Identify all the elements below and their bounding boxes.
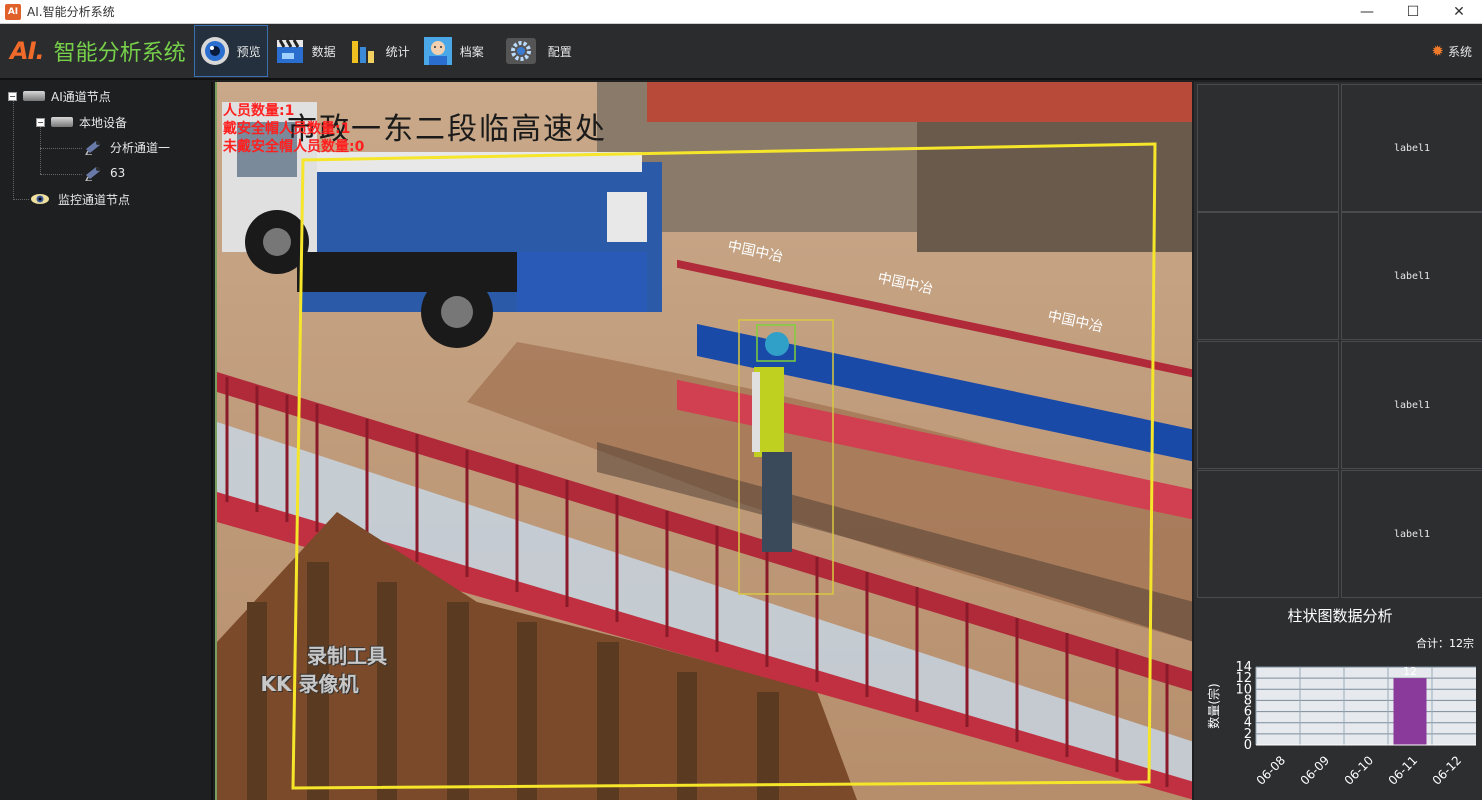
window-titlebar: AI AI.智能分析系统 — ☐ ✕ xyxy=(0,0,1482,24)
tree-item-label: 分析通道一 xyxy=(110,140,171,155)
bar-stats-icon xyxy=(351,41,374,63)
x-tick-label: 06-08 xyxy=(1254,753,1289,788)
gear-config-icon xyxy=(505,38,536,64)
logo-text: 智能分析系统 xyxy=(53,41,186,66)
collapse-toggle[interactable]: − xyxy=(8,91,17,101)
gear-icon: ✹ xyxy=(1431,42,1444,60)
plot-area xyxy=(1256,667,1476,745)
recorder-watermark: 录制工具 KK 录像机 xyxy=(261,642,387,698)
x-tick-label: 06-10 xyxy=(1342,753,1377,788)
minimize-button[interactable]: — xyxy=(1344,0,1390,24)
helmet-count-line: 戴安全帽人员数量:1 xyxy=(223,121,351,137)
collapse-toggle[interactable]: − xyxy=(36,117,45,127)
detection-stats-overlay: 人员数量:1 戴安全帽人员数量:1 未戴安全帽人员数量:0 xyxy=(223,102,364,156)
archive-label: 档案 xyxy=(459,44,484,59)
watermark-line: KK 录像机 xyxy=(260,672,359,696)
video-preview[interactable]: 中国中冶 中国中冶 中国中冶 市政一东二段临高速处 人员数量:1 戴安全帽人员数… xyxy=(215,82,1192,800)
info-cell-label: label1 xyxy=(1341,470,1482,598)
right-info-panel: label1 label1 label1 label1 柱状图数据分析 合计：1… xyxy=(1194,82,1482,800)
tree-item-label: 63 xyxy=(110,166,126,180)
logo-mark: AI. xyxy=(10,37,45,65)
stats-button[interactable]: 统计 xyxy=(344,25,416,77)
info-cell-label: label1 xyxy=(1341,212,1482,340)
info-cell xyxy=(1197,341,1339,469)
bar xyxy=(1393,678,1427,745)
bar-chart: 02468101214数量(宗)06-08 06-09 06-101206-11 06… xyxy=(1206,660,1476,788)
data-button[interactable]: 数据 xyxy=(270,25,342,77)
info-cell-label: label1 xyxy=(1341,341,1482,469)
config-label: 配置 xyxy=(547,44,572,59)
tree-item-label: 监控通道节点 xyxy=(58,192,131,207)
profile-face-icon xyxy=(423,37,452,65)
camera-icon xyxy=(85,167,100,181)
app-logo: AI. 智能分析系统 xyxy=(10,35,186,67)
person-count-line: 人员数量:1 xyxy=(223,103,295,119)
preview-label: 预览 xyxy=(236,44,261,59)
y-axis-label: 数量(宗) xyxy=(1206,683,1221,728)
chart-title: 柱状图数据分析 xyxy=(1287,607,1393,625)
system-label: 系统 xyxy=(1447,44,1472,59)
tree-guide xyxy=(13,100,14,200)
no-helmet-count-line: 未戴安全帽人员数量:0 xyxy=(223,139,365,155)
y-tick-label: 14 xyxy=(1235,660,1252,675)
tree-item-channel-2[interactable]: 63 xyxy=(84,163,125,183)
eye-icon xyxy=(31,194,49,204)
device-node-icon xyxy=(23,91,45,101)
tree-item-monitor-root[interactable]: 监控通道节点 xyxy=(30,189,130,209)
tree-guide xyxy=(40,148,82,149)
system-button[interactable]: ✹ 系统 xyxy=(1431,42,1472,60)
stats-label: 统计 xyxy=(385,44,410,59)
info-cell xyxy=(1197,84,1339,212)
channel-tree: − AI通道节点 − 本地设备 分析通道一 63 监控通道节点 xyxy=(0,82,213,800)
info-cell xyxy=(1197,470,1339,598)
tree-guide xyxy=(13,199,29,200)
data-label: 数据 xyxy=(311,44,336,59)
chart-total: 合计：12宗 xyxy=(1416,637,1474,650)
window-controls: — ☐ ✕ xyxy=(1344,0,1482,24)
device-node-icon xyxy=(51,117,73,127)
close-button[interactable]: ✕ xyxy=(1436,0,1482,24)
info-cell-label: label1 xyxy=(1341,84,1482,212)
x-tick-label: 06-09 xyxy=(1298,753,1333,788)
tree-item-channel-1[interactable]: 分析通道一 xyxy=(84,137,170,157)
tree-item-label: 本地设备 xyxy=(79,115,128,130)
tree-item-local-device[interactable]: − 本地设备 xyxy=(36,112,127,132)
clapperboard-icon xyxy=(276,39,303,63)
info-cell xyxy=(1197,212,1339,340)
app-icon: AI xyxy=(5,3,21,20)
preview-camera-icon xyxy=(200,37,229,65)
config-button[interactable]: 配置 xyxy=(496,25,578,77)
maximize-button[interactable]: ☐ xyxy=(1390,0,1436,24)
data-label: 12 xyxy=(1403,665,1417,678)
x-tick-label: 06-12 xyxy=(1430,753,1465,788)
watermark-line: 录制工具 xyxy=(307,644,387,668)
main-toolbar: AI. 智能分析系统 预览 数据 统计 档案 配置 ✹ 系统 xyxy=(0,24,1482,80)
preview-button[interactable]: 预览 xyxy=(193,25,268,77)
x-tick-label: 06-11 xyxy=(1386,753,1421,788)
tree-guide xyxy=(40,126,41,174)
tree-guide xyxy=(40,174,82,175)
archive-button[interactable]: 档案 xyxy=(418,25,490,77)
window-title: AI.智能分析系统 xyxy=(27,5,115,19)
tree-item-label: AI通道节点 xyxy=(51,89,111,104)
camera-icon xyxy=(85,141,100,155)
tree-item-ai-root[interactable]: − AI通道节点 xyxy=(8,86,111,106)
